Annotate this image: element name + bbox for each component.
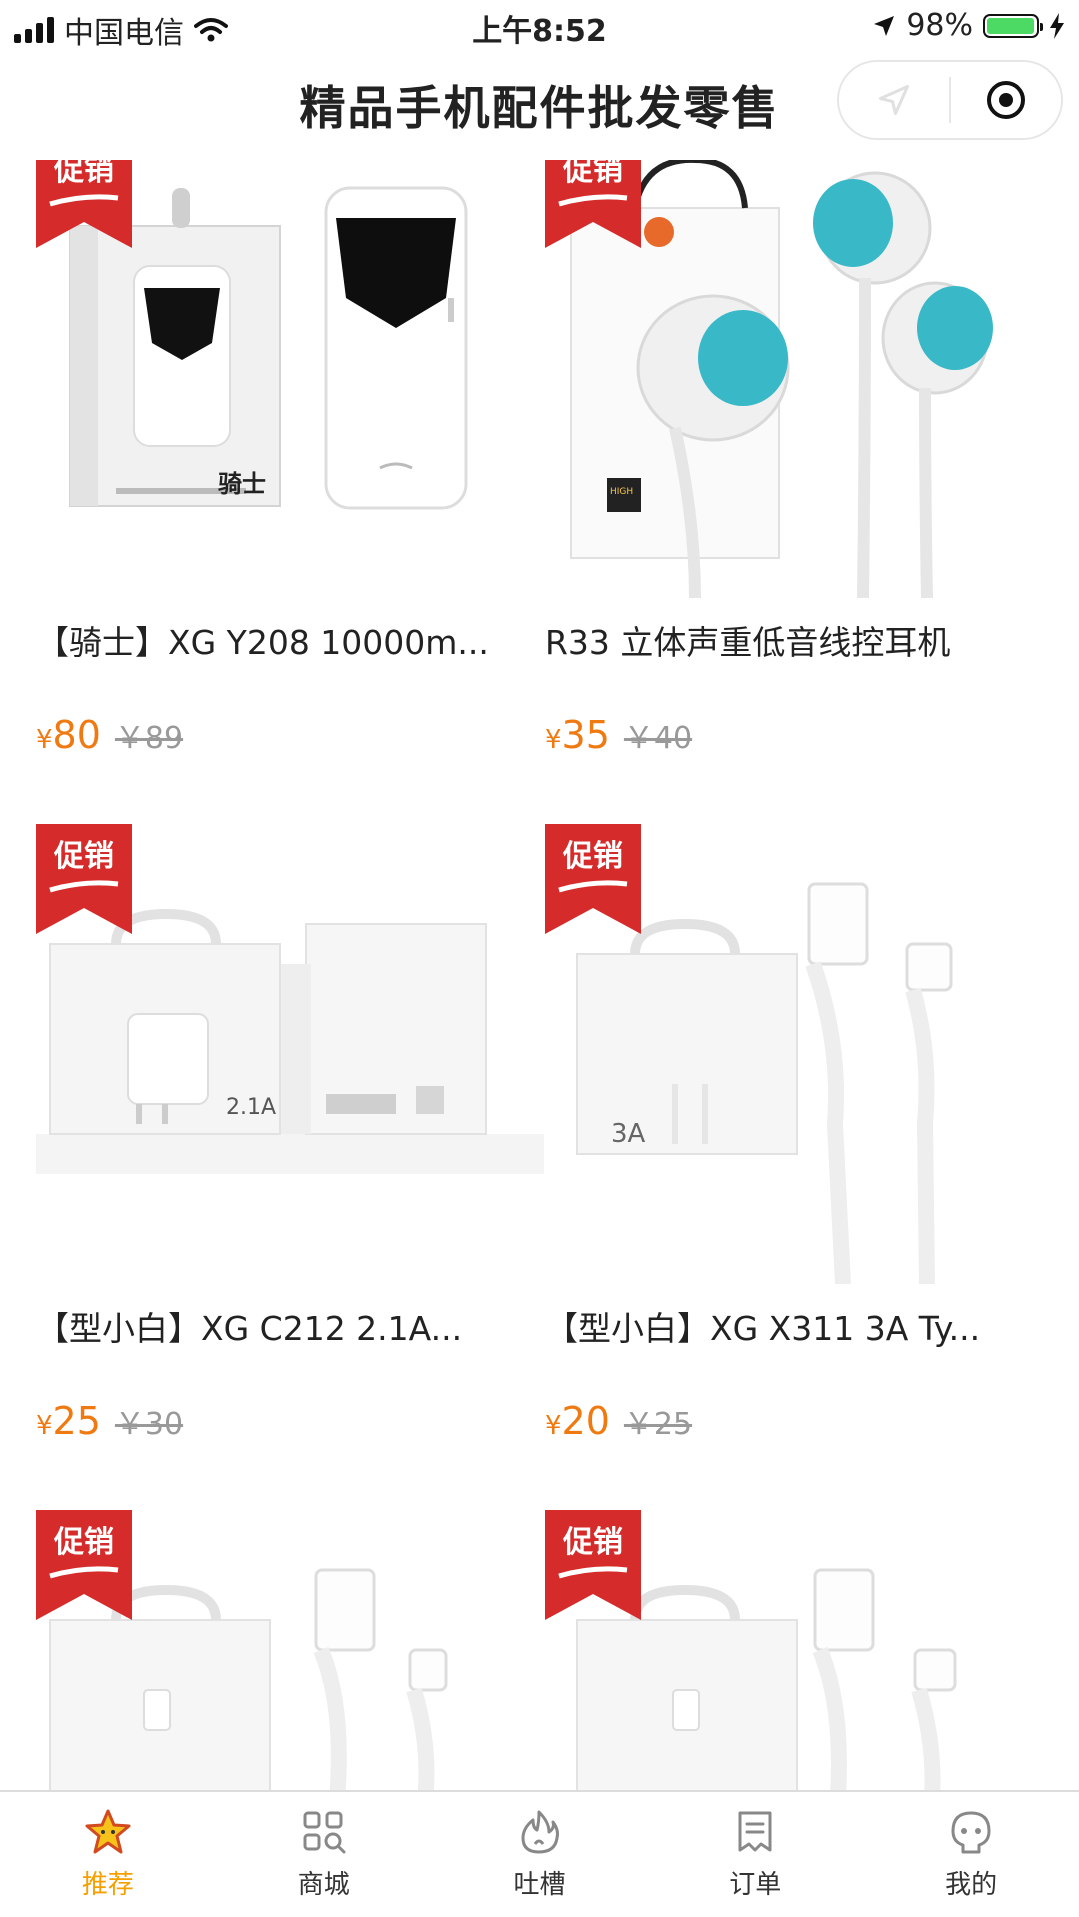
tab-label: 订单 — [729, 1870, 782, 1900]
tab-label: 推荐 — [81, 1870, 134, 1900]
share-button[interactable] — [839, 62, 949, 138]
svg-text:促销: 促销 — [562, 1525, 623, 1560]
charger-rating-text: 2.1A — [226, 1095, 276, 1120]
current-price: ¥20 — [545, 1399, 610, 1443]
svg-text:促销: 促销 — [53, 160, 114, 188]
svg-text:促销: 促销 — [562, 160, 623, 188]
promo-badge: 促销 — [545, 1510, 641, 1620]
tab-label: 吐槽 — [513, 1870, 566, 1900]
product-title[interactable]: R33 立体声重低音线控耳机 — [545, 616, 1045, 664]
promo-badge: 促销 — [36, 1510, 132, 1620]
battery-percent: 98% — [906, 8, 973, 43]
tab-orders[interactable]: 订单 — [647, 1792, 863, 1917]
order-list-icon — [738, 1811, 772, 1852]
product-title[interactable]: 【型小白】XG C212 2.1A... — [36, 1302, 536, 1350]
promo-badge: 促销 — [36, 824, 132, 934]
current-price: ¥35 — [545, 713, 610, 757]
power-bank-brand-text: 骑士 — [218, 470, 266, 498]
price-row: ¥20 ￥25 — [545, 1399, 692, 1443]
flame-icon — [521, 1810, 560, 1854]
send-arrow-icon — [879, 85, 909, 115]
original-price: ￥89 — [114, 721, 184, 756]
battery-icon — [983, 13, 1043, 38]
location-arrow-icon — [874, 15, 895, 36]
miniprogram-capsule — [837, 60, 1063, 140]
cable-rating-text: 3A — [611, 1119, 646, 1149]
battery-level — [987, 17, 1034, 34]
original-price: ￥25 — [623, 1407, 693, 1442]
price-row: ¥35 ￥40 — [545, 713, 692, 757]
status-right: 98% — [872, 8, 1065, 43]
price-row: ¥25 ￥30 — [36, 1399, 183, 1443]
promo-badge: 促销 — [36, 160, 132, 248]
tab-label: 我的 — [945, 1870, 998, 1900]
promo-badge: 促销 — [545, 160, 641, 248]
current-price: ¥80 — [36, 713, 101, 757]
charging-bolt-icon — [1050, 12, 1064, 39]
promo-badge: 促销 — [545, 824, 641, 934]
current-price: ¥25 — [36, 1399, 101, 1443]
svg-text:促销: 促销 — [53, 1525, 114, 1560]
grid-search-icon — [303, 1811, 346, 1854]
tab-label: 商城 — [297, 1870, 350, 1900]
hi-res-badge-text: HIGH — [610, 487, 633, 497]
nav-bar: 精品手机配件批发零售 — [0, 50, 1079, 160]
original-price: ￥30 — [114, 1407, 184, 1442]
status-bar: 中国电信 上午8:52 98% — [0, 0, 1079, 51]
product-grid: 骑士 促销 【骑士】XG Y208 10000m... ¥80 ￥89 HIGH… — [0, 160, 1079, 1790]
tab-profile[interactable]: 我的 — [863, 1792, 1079, 1917]
star-icon — [85, 1809, 131, 1854]
tab-bar: 推荐 商城 吐槽 订单 我的 — [0, 1790, 1079, 1917]
close-miniprogram-button[interactable] — [951, 62, 1061, 138]
tab-mall[interactable]: 商城 — [216, 1792, 432, 1917]
original-price: ￥40 — [623, 721, 693, 756]
product-title[interactable]: 【骑士】XG Y208 10000m... — [36, 616, 536, 664]
target-circle-icon — [987, 81, 1025, 119]
product-title[interactable]: 【型小白】XG X311 3A Ty... — [545, 1302, 1045, 1350]
tab-recommend[interactable]: 推荐 — [0, 1792, 216, 1917]
svg-text:促销: 促销 — [53, 839, 114, 874]
profile-face-icon — [951, 1811, 991, 1854]
svg-text:促销: 促销 — [562, 839, 623, 874]
tab-feedback[interactable]: 吐槽 — [432, 1792, 648, 1917]
price-row: ¥80 ￥89 — [36, 713, 183, 757]
